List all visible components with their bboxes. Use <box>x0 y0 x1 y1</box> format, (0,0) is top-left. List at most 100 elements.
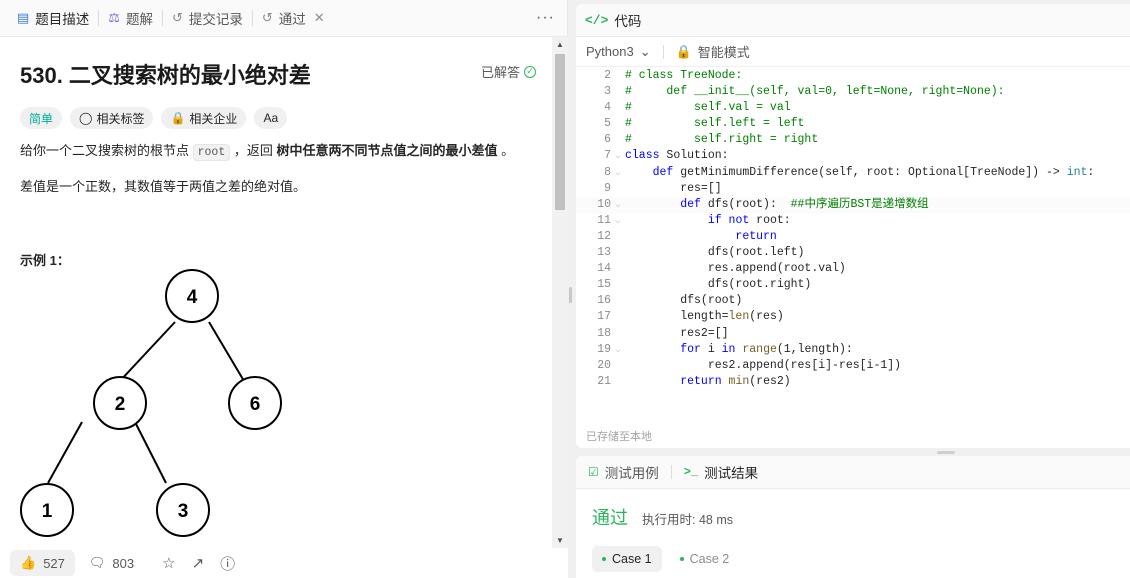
scrollbar-thumb[interactable] <box>555 54 565 210</box>
tab-label: 通过 <box>278 12 306 27</box>
code-text: res2=[] <box>625 326 729 340</box>
fold-gutter <box>611 132 625 148</box>
history-icon: ↺ <box>171 10 183 25</box>
language-select[interactable]: Python3 <box>586 44 634 59</box>
code-line[interactable]: 11 ⌵ if not root: <box>576 213 1130 229</box>
tree-edge <box>47 421 83 484</box>
tab-description[interactable]: ▤ 题目描述 <box>8 0 98 37</box>
scrollbar[interactable]: ▲ ▼ <box>552 37 568 548</box>
code-line[interactable]: 8 ⌵ def getMinimumDifference(self, root: … <box>576 165 1130 181</box>
line-number: 13 <box>597 246 611 260</box>
tree-node-label: 6 <box>250 394 261 415</box>
tab-solutions[interactable]: ⚖ 题解 <box>99 0 162 37</box>
fold-chevron-icon[interactable]: ⌵ <box>611 342 625 358</box>
share-icon[interactable]: ↗ <box>192 554 205 572</box>
code-line[interactable]: 10 ⌵ def dfs(root): ##中序遍历BST是递增数组 <box>576 196 1130 213</box>
line-number: 17 <box>597 310 611 324</box>
fold-gutter <box>611 116 625 132</box>
line-number: 9 <box>604 181 611 195</box>
code-text: def dfs(root): ##中序遍历BST是递增数组 <box>680 197 929 211</box>
tab-divider <box>670 465 672 479</box>
star-icon[interactable]: ☆ <box>162 554 175 572</box>
fold-gutter <box>611 100 625 116</box>
line-number: 15 <box>597 278 611 292</box>
toolbar-divider <box>662 44 664 59</box>
code-line[interactable]: 4 # self.val = val <box>576 100 1130 116</box>
code-line[interactable]: 15 dfs(root.right) <box>576 277 1130 293</box>
scroll-down-icon[interactable]: ▼ <box>556 536 564 545</box>
code-text: def getMinimumDifference(self, root: Opt… <box>652 165 1095 179</box>
code-line[interactable]: 14 res.append(root.val) <box>576 261 1130 277</box>
mode-label[interactable]: 智能模式 <box>698 42 750 61</box>
code-line[interactable]: 13 dfs(root.left) <box>576 245 1130 261</box>
case-tab-2[interactable]: Case 2 <box>670 546 740 572</box>
fold-gutter <box>611 245 625 261</box>
code-line[interactable]: 16 dfs(root) <box>576 293 1130 309</box>
code-line[interactable]: 5 # self.left = left <box>576 116 1130 132</box>
fold-gutter <box>611 181 625 197</box>
code-line[interactable]: 20 res2.append(res[i]-res[i-1]) <box>576 358 1130 374</box>
tab-test-result[interactable]: 测试结果 <box>704 462 758 482</box>
terminal-icon: >_ <box>683 465 699 479</box>
code-header: </> 代码 <box>576 4 1130 37</box>
thumbs-up-icon: 👍 <box>20 555 37 570</box>
scroll-up-icon[interactable]: ▲ <box>556 40 564 49</box>
code-text: # self.val = val <box>625 101 791 115</box>
like-count: 527 <box>43 555 65 571</box>
code-text: return <box>735 229 777 243</box>
fold-gutter <box>611 229 625 245</box>
code-line[interactable]: 18 res2=[] <box>576 326 1130 342</box>
comments-button[interactable]: 🗨 803 <box>89 555 134 571</box>
fold-gutter <box>611 68 625 84</box>
line-number: 14 <box>597 262 611 276</box>
fold-chevron-icon[interactable]: ⌵ <box>611 197 625 213</box>
case-label: Case 1 <box>612 552 652 566</box>
vertical-resize-handle[interactable] <box>937 451 955 454</box>
code-line[interactable]: 6 # self.right = right <box>576 132 1130 148</box>
lock-icon: 🔒 <box>675 43 692 59</box>
code-line[interactable]: 12 return <box>576 229 1130 245</box>
code-line[interactable]: 7 ⌵ class Solution: <box>576 148 1130 164</box>
code-editor[interactable]: 2 # class TreeNode: 3 # def __init__(self, … <box>576 68 1130 390</box>
more-icon[interactable]: ··· <box>536 9 555 27</box>
saved-status: 已存储至本地 <box>586 431 652 443</box>
fold-chevron-icon[interactable]: ⌵ <box>611 165 625 181</box>
code-text: dfs(root.left) <box>625 246 805 260</box>
tab-accepted[interactable]: ↺ 通过 ✕ <box>253 0 334 37</box>
panel-resize-handle[interactable] <box>569 287 572 303</box>
comment-icon: 🗨 <box>88 555 106 570</box>
document-icon: ▤ <box>17 10 30 25</box>
code-line[interactable]: 19 ⌵ for i in range(1,length): <box>576 342 1130 358</box>
history-icon: ↺ <box>261 10 273 25</box>
tab-label: 题目描述 <box>35 12 90 27</box>
result-tabbar: ☑ 测试用例 >_ 测试结果 <box>576 456 1130 489</box>
tree-edge <box>118 321 176 383</box>
code-text: # class TreeNode: <box>625 69 743 82</box>
tab-submissions[interactable]: ↺ 提交记录 <box>163 0 252 37</box>
help-icon[interactable]: ⓘ <box>220 553 235 574</box>
runtime-label: 执行用时: 48 ms <box>642 513 733 527</box>
line-number: 2 <box>604 69 611 82</box>
tab-testcase[interactable]: 测试用例 <box>605 462 659 482</box>
code-text: res.append(root.val) <box>625 262 846 276</box>
chevron-down-icon[interactable]: ⌄ <box>640 44 651 60</box>
close-icon[interactable]: ✕ <box>314 10 325 26</box>
problem-tabbar: ▤ 题目描述 ⚖ 题解 ↺ 提交记录 ↺ 通过 ✕ ··· <box>0 0 567 37</box>
code-line[interactable]: 21 return min(res2) <box>576 374 1130 390</box>
fold-chevron-icon[interactable]: ⌵ <box>611 148 625 164</box>
like-button[interactable]: 👍 527 <box>10 550 75 576</box>
case-tab-1[interactable]: Case 1 <box>592 546 662 572</box>
code-text: return min(res2) <box>680 374 791 388</box>
code-line[interactable]: 2 # class TreeNode: <box>576 68 1130 84</box>
fold-chevron-icon[interactable]: ⌵ <box>611 213 625 229</box>
pass-dot <box>679 557 684 561</box>
line-number: 5 <box>604 117 611 131</box>
code-line[interactable]: 3 # def __init__(self, val=0, left=None, … <box>576 84 1130 100</box>
tree-node-label: 3 <box>178 501 189 522</box>
line-number: 12 <box>597 229 611 243</box>
line-number: 20 <box>597 358 611 372</box>
fold-gutter <box>611 261 625 277</box>
code-line[interactable]: 9 res=[] <box>576 181 1130 197</box>
code-text: # def __init__(self, val=0, left=None, r… <box>625 85 1005 99</box>
code-line[interactable]: 17 length=len(res) <box>576 309 1130 325</box>
